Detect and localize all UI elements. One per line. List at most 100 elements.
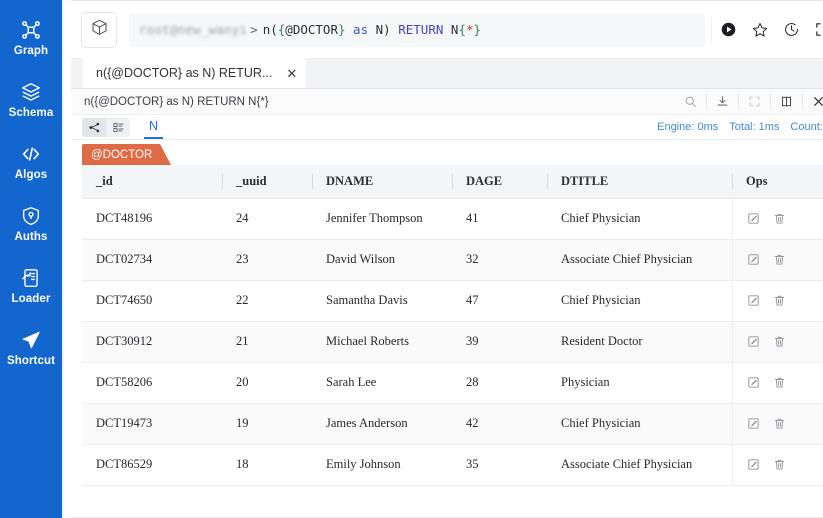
editor-tab[interactable]: n({@DOCTOR} as N) RETUR... ✕: [83, 58, 307, 88]
trash-icon[interactable]: [773, 253, 786, 266]
table-row[interactable]: DCT30912 21 Michael Roberts 39 Resident Doct…: [82, 321, 823, 363]
table-header-row: _id _uuid DNAME DAGE DTITLE Ops: [82, 165, 823, 199]
column-header-ops[interactable]: Ops: [732, 165, 823, 199]
column-header-id[interactable]: _id: [82, 165, 222, 199]
layers-icon: [20, 81, 42, 103]
trash-icon[interactable]: [773, 417, 786, 430]
table-cell-dtitle: Chief Physician: [547, 280, 732, 322]
graph-nodes-icon: [20, 19, 42, 41]
row-actions: [747, 212, 823, 225]
trash-icon[interactable]: [773, 294, 786, 307]
table-cell-dname: Samantha Davis: [312, 280, 452, 322]
edit-pencil-icon[interactable]: [747, 458, 760, 471]
edit-pencil-icon[interactable]: [747, 417, 760, 430]
table-cell-dage: 47: [452, 280, 547, 322]
expand-icon[interactable]: [738, 93, 770, 110]
main-stage: root@new_wanyi > n({@DOCTOR} as N) RETUR…: [62, 0, 823, 518]
edit-pencil-icon[interactable]: [747, 253, 760, 266]
application-window: Graph Schema Algos Auths Loader Shortcut…: [0, 0, 823, 518]
graph-view-icon[interactable]: [82, 117, 106, 137]
table-cell-uuid: 22: [222, 280, 312, 322]
result-alias-tab[interactable]: N: [144, 115, 164, 139]
search-icon[interactable]: [674, 94, 706, 110]
query-text: n({@DOCTOR} as N) RETURN N{*}: [263, 22, 481, 37]
table-cell-ops: [731, 280, 823, 322]
table-row[interactable]: DCT86529 18 Emily Johnson 35 Associate Chief…: [82, 444, 823, 486]
sidebar-item-shortcut[interactable]: Shortcut: [0, 317, 62, 379]
sidebar-item-algos[interactable]: Algos: [0, 131, 62, 193]
table-body: DCT48196 24 Jennifer Thompson 41 Chief Physi…: [82, 198, 823, 486]
sidebar-item-loader[interactable]: Loader: [0, 255, 62, 317]
table-cell-ops: [731, 239, 823, 281]
label-tab-text: @DOCTOR: [91, 148, 153, 161]
table-row[interactable]: DCT48196 24 Jennifer Thompson 41 Chief Physi…: [82, 198, 823, 240]
column-width-icon[interactable]: [770, 93, 802, 110]
trash-icon[interactable]: [773, 376, 786, 389]
query-token: [346, 22, 354, 37]
view-toolbar: N Engine: 0ms Total: 1ms Count: 7: [71, 115, 823, 140]
edit-pencil-icon[interactable]: [747, 335, 760, 348]
trash-icon[interactable]: [773, 458, 786, 471]
expand-icon[interactable]: [814, 21, 823, 38]
table-row[interactable]: DCT02734 23 David Wilson 32 Associate Chief …: [82, 239, 823, 281]
query-token: *: [465, 22, 474, 37]
table-cell-ops: [731, 403, 823, 445]
table-cell-id: DCT19473: [82, 403, 222, 445]
sidebar-item-label: Schema: [8, 107, 54, 119]
stat-engine: Engine: 0ms: [657, 121, 719, 133]
table-cell-dage: 28: [452, 362, 547, 404]
table-cell-id: DCT02734: [82, 239, 222, 281]
table-cell-dage: 41: [452, 198, 547, 240]
sidebar-item-auths[interactable]: Auths: [0, 193, 62, 255]
prompt-separator: >: [250, 22, 258, 37]
edit-pencil-icon[interactable]: [747, 212, 760, 225]
table-row[interactable]: DCT74650 22 Samantha Davis 47 Chief Physicia…: [82, 280, 823, 322]
trash-icon[interactable]: [773, 335, 786, 348]
download-icon[interactable]: [706, 93, 738, 110]
table-cell-dage: 39: [452, 321, 547, 363]
table-cell-ops: [731, 444, 823, 486]
table-cell-dtitle: Chief Physician: [547, 403, 732, 445]
table-cell-uuid: 21: [222, 321, 312, 363]
column-header-dage[interactable]: DAGE: [452, 165, 547, 199]
query-token: {: [458, 22, 466, 37]
sidebar-item-schema[interactable]: Schema: [0, 69, 62, 131]
star-icon[interactable]: [751, 21, 769, 39]
table-cell-uuid: 24: [222, 198, 312, 240]
sidebar-item-label: Graph: [13, 45, 49, 57]
trash-icon[interactable]: [773, 212, 786, 225]
row-actions: [747, 253, 823, 266]
column-header-dname[interactable]: DNAME: [312, 165, 452, 199]
play-icon[interactable]: [720, 21, 737, 38]
clock-icon[interactable]: [783, 21, 800, 38]
column-header-dtitle[interactable]: DTITLE: [547, 165, 732, 199]
query-input[interactable]: root@new_wanyi > n({@DOCTOR} as N) RETUR…: [129, 12, 705, 47]
label-tab-doctor[interactable]: @DOCTOR: [82, 144, 172, 165]
table-cell-dtitle: Chief Physician: [547, 198, 732, 240]
table-cell-id: DCT30912: [82, 321, 222, 363]
editor-tab-label: n({@DOCTOR} as N) RETUR...: [96, 66, 273, 80]
table-cell-dname: James Anderson: [312, 403, 452, 445]
table-row[interactable]: DCT19473 19 James Anderson 42 Chief Physicia…: [82, 403, 823, 445]
close-icon[interactable]: ✕: [286, 67, 297, 80]
query-token: [443, 22, 451, 37]
result-header: n({@DOCTOR} as N) RETURN N{*}: [71, 89, 823, 115]
database-selector-button[interactable]: [81, 11, 117, 48]
table-view-icon[interactable]: [106, 118, 130, 137]
stat-count: Count: 7: [790, 121, 823, 133]
table-cell-ops: [731, 198, 823, 240]
result-table-container: _id _uuid DNAME DAGE DTITLE Ops DCT48196…: [71, 165, 823, 517]
edit-pencil-icon[interactable]: [747, 376, 760, 389]
close-icon[interactable]: [802, 93, 823, 110]
sidebar-item-graph[interactable]: Graph: [0, 7, 62, 69]
editor-tab-strip: n({@DOCTOR} as N) RETUR... ✕: [71, 58, 823, 89]
table-row[interactable]: DCT58206 20 Sarah Lee 28 Physician: [82, 362, 823, 404]
query-token: as: [353, 22, 369, 37]
row-actions: [747, 335, 823, 348]
table-cell-id: DCT74650: [82, 280, 222, 322]
edit-pencil-icon[interactable]: [747, 294, 760, 307]
query-token: RETURN: [398, 22, 444, 37]
column-header-uuid[interactable]: _uuid: [222, 165, 312, 199]
table-cell-uuid: 18: [222, 444, 312, 486]
table-cell-uuid: 20: [222, 362, 312, 404]
